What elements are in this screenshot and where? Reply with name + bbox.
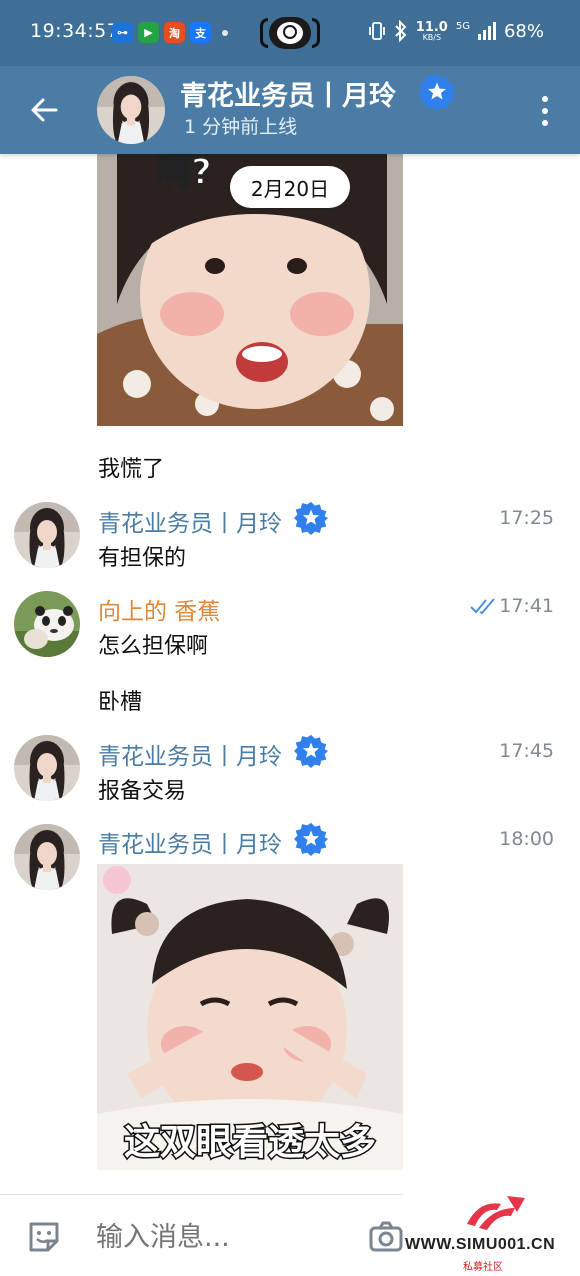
sender-avatar[interactable] [14,824,80,890]
watermark-text: WWW.SIMU001.CN [405,1236,556,1253]
sticker-text: 啊? [155,154,212,193]
verified-badge-icon [294,501,328,535]
camera-icon[interactable] [368,1219,404,1255]
signal-icon [477,22,496,40]
more-notifications-dot [222,29,228,36]
message-text[interactable]: 卧槽 [98,684,142,716]
sender-avatar[interactable] [14,735,80,801]
sender-avatar[interactable] [14,502,80,568]
taobao-icon: 淘 [164,22,185,43]
message-text[interactable]: 怎么担保啊 [98,628,208,660]
sender-name[interactable]: 青花业务员丨月玲 [98,504,282,538]
battery-percent: 68% [503,20,544,42]
watermark-subtext: 私募社区 [463,1262,503,1273]
sender-avatar[interactable] [14,591,80,657]
last-seen-status: 1 分钟前上线 [184,116,298,138]
verified-badge-icon [294,822,328,856]
sender-name[interactable]: 向上的 香蕉 [98,592,220,626]
sticker-icon[interactable] [26,1219,62,1255]
vibrate-icon [368,22,385,40]
more-options-icon[interactable] [542,96,550,126]
watermark: WWW.SIMU001.CN 私募社区 [403,1194,580,1276]
message-time: 18:00 [499,828,554,850]
sender-name[interactable]: 青花业务员丨月玲 [98,737,282,771]
sender-name[interactable]: 青花业务员丨月玲 [98,825,282,859]
message-text[interactable]: 报备交易 [98,773,186,805]
video-app-icon: ▶ [138,22,159,43]
read-checkmarks-icon [470,598,495,615]
sticker-caption: 这双眼看透太多 [124,1122,376,1163]
message-input[interactable] [96,1217,346,1257]
contact-name[interactable]: 青花业务员丨月玲 [180,74,396,113]
notification-icons: ⊶ ▶ 淘 支 [112,22,228,43]
message-time: 17:41 [499,595,554,617]
network-speed: 11.0 KB/S [415,19,448,42]
contact-avatar[interactable] [97,76,165,144]
message-text[interactable]: 我慌了 [98,451,164,483]
network-type: 5G [455,21,470,32]
key-icon: ⊶ [112,22,133,43]
sticker-message[interactable]: 这双眼看透太多 [97,864,403,1170]
verified-badge-icon [294,734,328,768]
date-separator: 2月20日 [230,166,350,208]
status-indicators: 11.0 KB/S 5G 68% [368,20,544,42]
message-time: 17:45 [499,740,554,762]
site-logo [467,1196,525,1230]
bluetooth-icon [395,20,407,42]
back-arrow-icon[interactable] [28,94,60,126]
message-time: 17:25 [499,507,554,529]
alipay-icon: 支 [190,22,211,43]
chat-header: 青花业务员丨月玲 1 分钟前上线 [0,66,580,154]
status-bar: 19:34:57 ⊶ ▶ 淘 支 11.0 KB/S 5G 68% [0,0,580,66]
camera-island [260,16,320,50]
message-text[interactable]: 有担保的 [98,540,186,572]
status-time: 19:34:57 [30,20,120,42]
message-list[interactable]: 啊? 2月20日 我慌了 青花业务员丨月玲 17:25 有担保的 向上的 香蕉 … [0,154,580,1194]
verified-badge-icon [418,73,456,111]
